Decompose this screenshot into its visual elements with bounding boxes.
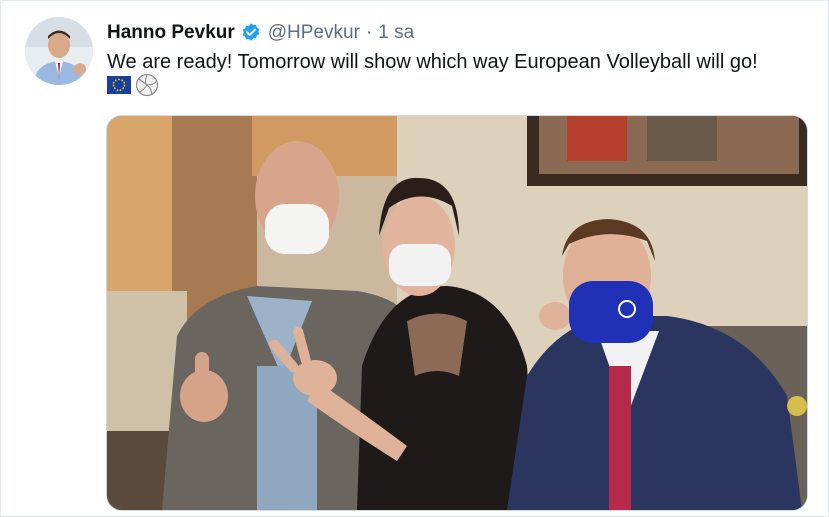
volleyball-icon [135, 73, 159, 102]
photo-image [107, 116, 807, 510]
tweet-text: We are ready! Tomorrow will show which w… [107, 51, 758, 73]
eu-flag-icon [107, 75, 131, 99]
tweet-timestamp[interactable]: 1 sa [378, 22, 414, 44]
author-name[interactable]: Hanno Pevkur [107, 22, 235, 44]
author-avatar[interactable] [25, 17, 93, 85]
separator-dot: · [365, 22, 373, 43]
tweet-photo[interactable] [106, 115, 808, 511]
avatar-image [25, 17, 93, 85]
author-handle[interactable]: @HPevkur [268, 22, 360, 44]
tweet-header: Hanno Pevkur @HPevkur · 1 sa [107, 19, 414, 47]
verified-badge-icon [240, 22, 262, 44]
tweet-card[interactable]: Hanno Pevkur @HPevkur · 1 sa We are read… [0, 0, 829, 517]
tweet-emojis [107, 73, 159, 102]
